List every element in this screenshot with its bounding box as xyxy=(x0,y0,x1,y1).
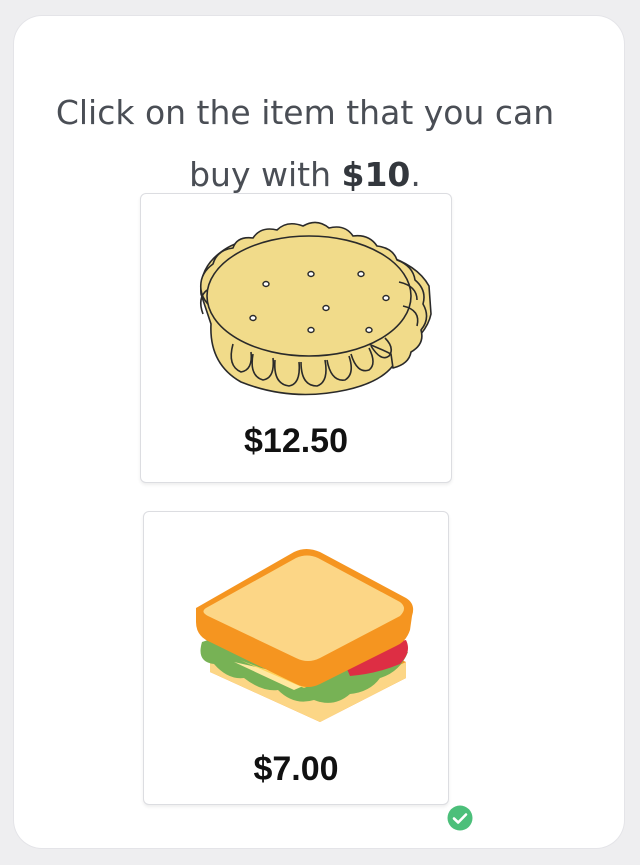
option-pie[interactable]: $12.50 xyxy=(140,193,452,483)
option-sandwich[interactable]: $7.00 xyxy=(143,511,449,805)
question-prefix: Click on the item that you can buy with xyxy=(55,93,555,194)
price-label: $12.50 xyxy=(244,422,348,460)
question-text: Click on the item that you can buy with … xyxy=(40,82,570,206)
sandwich-icon xyxy=(196,549,414,722)
check-circle-icon xyxy=(447,805,473,831)
price-label: $7.00 xyxy=(253,750,339,788)
question-amount: $10 xyxy=(341,155,411,194)
question-suffix: . xyxy=(410,155,421,194)
pie-icon xyxy=(199,221,432,396)
